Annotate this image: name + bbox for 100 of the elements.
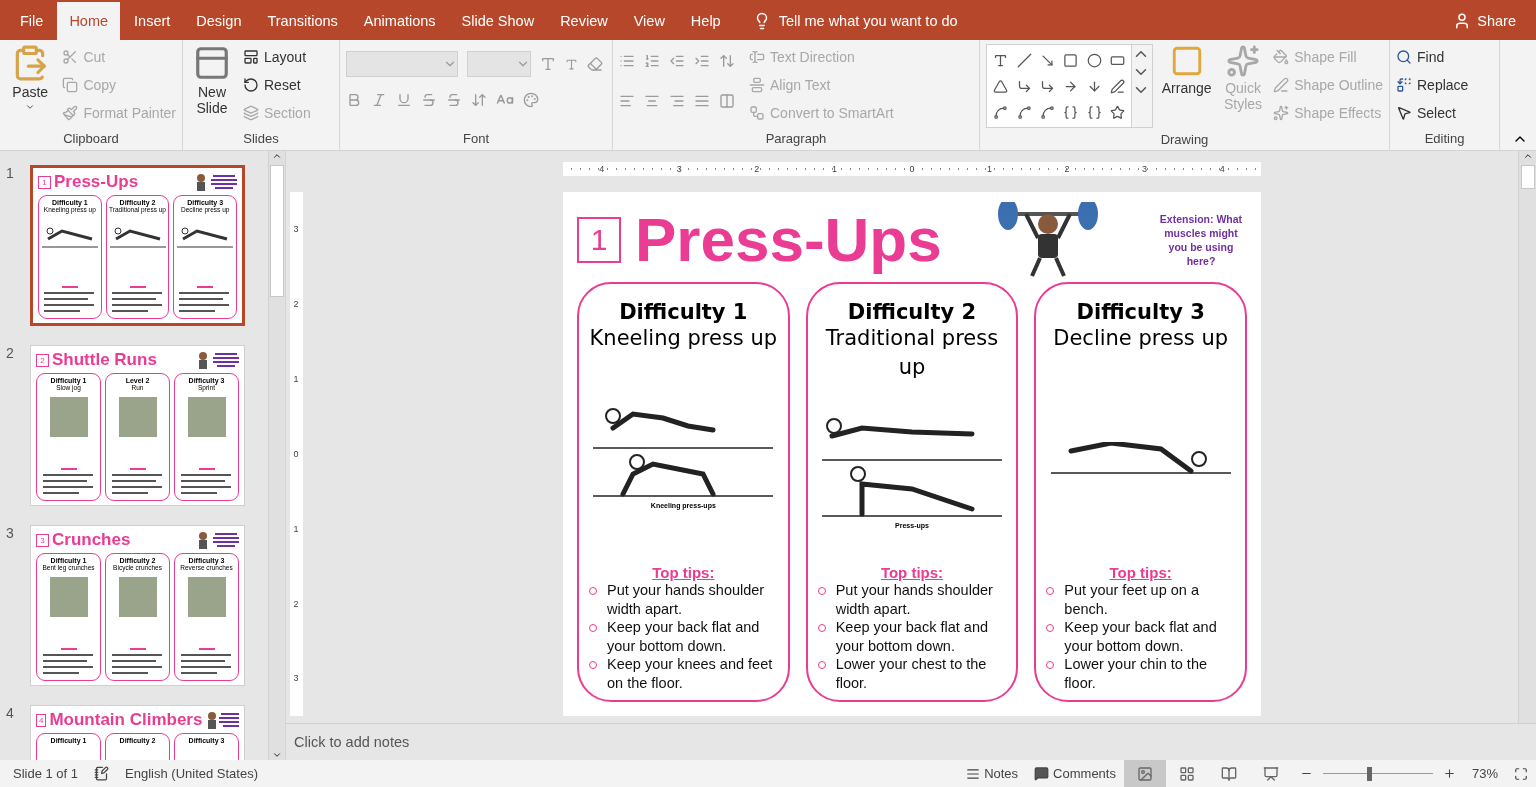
grow-font-icon[interactable] <box>540 56 556 72</box>
card-heading: Difficulty 3 <box>1076 300 1205 324</box>
font-size-field[interactable] <box>467 51 531 77</box>
notes-icon <box>966 766 981 781</box>
exercise-drawing <box>41 227 98 249</box>
replace-button[interactable]: Replace <box>1396 72 1469 97</box>
slide-index: 3 <box>6 525 15 543</box>
shape-icon[interactable] <box>1110 104 1125 120</box>
text-lines-drawing <box>213 532 239 548</box>
shape-icon[interactable] <box>993 52 1009 68</box>
align-left-icon[interactable] <box>619 93 635 109</box>
ribbon-tab[interactable]: Home <box>57 2 121 40</box>
photo-placeholder <box>187 577 226 617</box>
spacing-icon[interactable] <box>471 92 487 108</box>
avatar-drawing <box>196 531 210 549</box>
text-direction-icon <box>749 48 765 65</box>
paste-button[interactable]: Paste <box>6 44 55 126</box>
shape-icon[interactable] <box>1016 104 1032 120</box>
clear-format-icon[interactable] <box>587 56 603 72</box>
slide-title: Press-Ups <box>54 172 139 192</box>
ribbon-tab[interactable]: File <box>8 2 56 40</box>
reset-icon <box>243 76 259 93</box>
fit-slide-icon[interactable] <box>1514 766 1528 781</box>
ribbon-tab[interactable]: Help <box>678 2 733 40</box>
shapes-gallery[interactable] <box>986 44 1133 128</box>
ribbon-tab[interactable]: Animations <box>351 2 448 40</box>
shape-icon[interactable] <box>1110 78 1125 94</box>
copy-icon <box>62 76 79 93</box>
arrange-button[interactable]: Arrange <box>1160 44 1213 128</box>
shape-icon[interactable] <box>1063 52 1079 68</box>
spell-check-icon[interactable] <box>94 766 110 781</box>
italic-icon[interactable] <box>371 92 387 108</box>
font-color-icon[interactable] <box>523 92 539 108</box>
tip-text: Keep your back flat and your bottom down. <box>607 618 761 655</box>
shape-icon[interactable] <box>1063 104 1079 120</box>
shape-icon[interactable] <box>1086 52 1102 68</box>
card-subtitle: Traditional press up <box>824 325 1000 381</box>
scroll-up-icon[interactable] <box>272 151 282 161</box>
reset-button[interactable]: Reset <box>243 72 311 97</box>
exercise-drawing <box>109 227 166 249</box>
ribbon-tab[interactable]: Slide Show <box>449 2 547 40</box>
ribbon-tab[interactable]: View <box>621 2 677 40</box>
group-label: Font <box>462 129 490 148</box>
new-slide-button[interactable]: New Slide <box>189 44 235 126</box>
paintbrush-icon <box>62 104 79 121</box>
view-button[interactable] <box>1123 760 1166 787</box>
share-button[interactable]: Share <box>1453 2 1536 40</box>
line-spacing-icon[interactable] <box>719 53 735 69</box>
comments-button[interactable]: Comments <box>1026 760 1124 787</box>
shape-icon[interactable] <box>1086 78 1102 94</box>
tip-text: Lower your chin to the floor. <box>1064 655 1208 692</box>
align-center-icon[interactable] <box>644 93 660 109</box>
shape-icon[interactable] <box>1086 104 1102 120</box>
ruler-number: 4 <box>1219 164 1225 174</box>
align-right-icon[interactable] <box>669 93 685 109</box>
select-button[interactable]: Select <box>1396 100 1469 125</box>
justify-icon[interactable] <box>694 93 710 109</box>
ruler-number: 3 <box>1142 164 1148 174</box>
scroll-down-icon[interactable] <box>272 750 282 760</box>
shape-icon[interactable] <box>1039 78 1055 94</box>
language-status[interactable]: English (United States) <box>117 760 266 787</box>
shape-icon[interactable] <box>1063 78 1079 94</box>
zoom-level[interactable]: 73% <box>1463 760 1506 787</box>
underline-icon[interactable] <box>396 92 412 108</box>
slide-title: Mountain Climbers <box>49 710 203 730</box>
ruler-number: 1 <box>293 374 299 385</box>
zoom-thumb[interactable] <box>1367 766 1373 781</box>
text-lines-drawing <box>213 352 239 368</box>
font-name-field[interactable] <box>346 51 458 77</box>
decrease-indent-icon[interactable] <box>669 53 685 69</box>
effects-icon <box>1273 104 1290 121</box>
scroll-up-icon[interactable] <box>1522 151 1533 161</box>
scroll-thumb[interactable] <box>1520 165 1535 189</box>
smartart-icon <box>749 104 765 121</box>
tip-text: Put your hands shoulder width apart. <box>607 581 766 618</box>
ribbon-tab[interactable]: Design <box>184 2 254 40</box>
ruler-number: 1 <box>293 523 299 534</box>
bullets-icon[interactable] <box>619 53 635 69</box>
shrink-font-icon[interactable] <box>565 57 578 71</box>
ribbon-tab[interactable]: Review <box>548 2 620 40</box>
scroll-thumb[interactable] <box>270 165 284 297</box>
numbering-icon[interactable] <box>644 53 660 69</box>
search-icon <box>1396 48 1412 65</box>
shape-icon[interactable] <box>1016 78 1032 94</box>
ribbon-tab[interactable]: Insert <box>122 2 183 40</box>
shape-icon[interactable] <box>993 104 1009 120</box>
increase-indent-icon[interactable] <box>694 53 710 69</box>
layout-button[interactable]: Layout <box>243 44 311 69</box>
bold-icon[interactable] <box>346 92 362 108</box>
strikethrough-icon[interactable] <box>446 92 462 108</box>
shape-icon[interactable] <box>1039 104 1055 120</box>
slide-icon <box>193 44 231 82</box>
shape-icon[interactable] <box>993 78 1009 94</box>
ribbon-tab[interactable]: Transitions <box>255 2 350 40</box>
zoom-in-icon[interactable] <box>1442 767 1456 780</box>
notes-button[interactable]: Notes <box>958 760 1027 787</box>
find-button[interactable]: Find <box>1396 44 1469 69</box>
slide-index: 2 <box>6 345 15 363</box>
shape-icon[interactable] <box>1016 52 1032 68</box>
tell-me-search[interactable]: Tell me what you want to do <box>752 2 958 40</box>
